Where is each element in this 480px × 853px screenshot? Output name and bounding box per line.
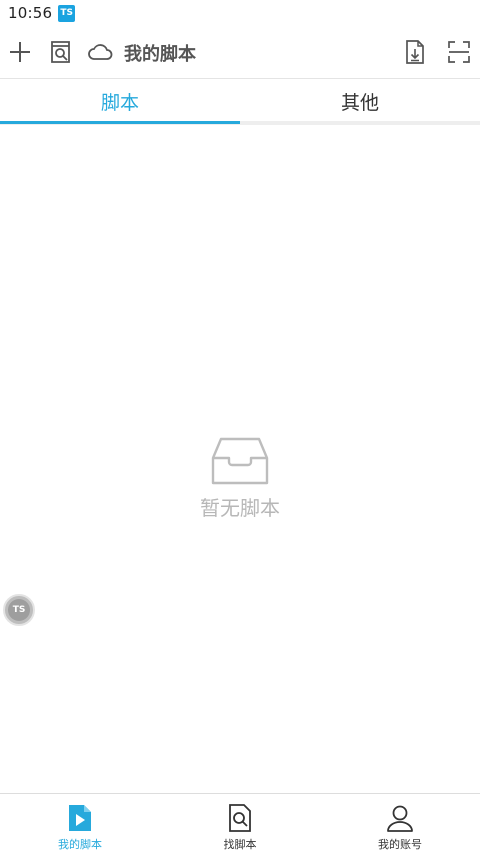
toolbar: 我的脚本 — [0, 28, 480, 78]
page-title: 我的脚本 — [124, 44, 196, 65]
cloud-icon[interactable] — [86, 39, 114, 65]
empty-message: 暂无脚本 — [200, 496, 280, 520]
app-badge-icon: TS — [58, 4, 76, 22]
nav-label-my-account: 我的账号 — [378, 838, 422, 851]
status-bar: 10:56 TS — [0, 0, 480, 26]
empty-state: 暂无脚本 — [0, 436, 480, 521]
nav-label-find-scripts: 找脚本 — [223, 838, 257, 851]
plus-icon[interactable] — [7, 39, 33, 65]
bottom-nav: 我的脚本 找脚本 我的账号 — [0, 793, 480, 853]
tab-bar: 脚本 其他 — [0, 79, 480, 124]
nav-item-my-scripts[interactable]: 我的脚本 — [0, 794, 160, 853]
user-icon — [386, 803, 414, 833]
status-time: 10:56 — [8, 4, 53, 22]
ts-logo-icon: TS — [8, 599, 30, 621]
nav-label-my-scripts: 我的脚本 — [58, 838, 102, 851]
tab-scripts[interactable]: 脚本 — [0, 79, 240, 124]
app-badge-label: TS — [60, 8, 74, 18]
scan-icon[interactable] — [446, 39, 472, 65]
tab-other[interactable]: 其他 — [240, 79, 480, 124]
inbox-icon — [211, 436, 269, 490]
search-document-icon — [226, 803, 254, 833]
tab-indicator — [0, 121, 240, 124]
nav-item-find-scripts[interactable]: 找脚本 — [160, 794, 320, 853]
play-document-icon — [66, 803, 94, 833]
nav-item-my-account[interactable]: 我的账号 — [320, 794, 480, 853]
floating-ts-button[interactable]: TS — [3, 594, 35, 626]
search-document-icon[interactable] — [48, 39, 74, 65]
floating-button-label: TS — [12, 605, 26, 615]
import-file-icon[interactable] — [402, 39, 428, 65]
